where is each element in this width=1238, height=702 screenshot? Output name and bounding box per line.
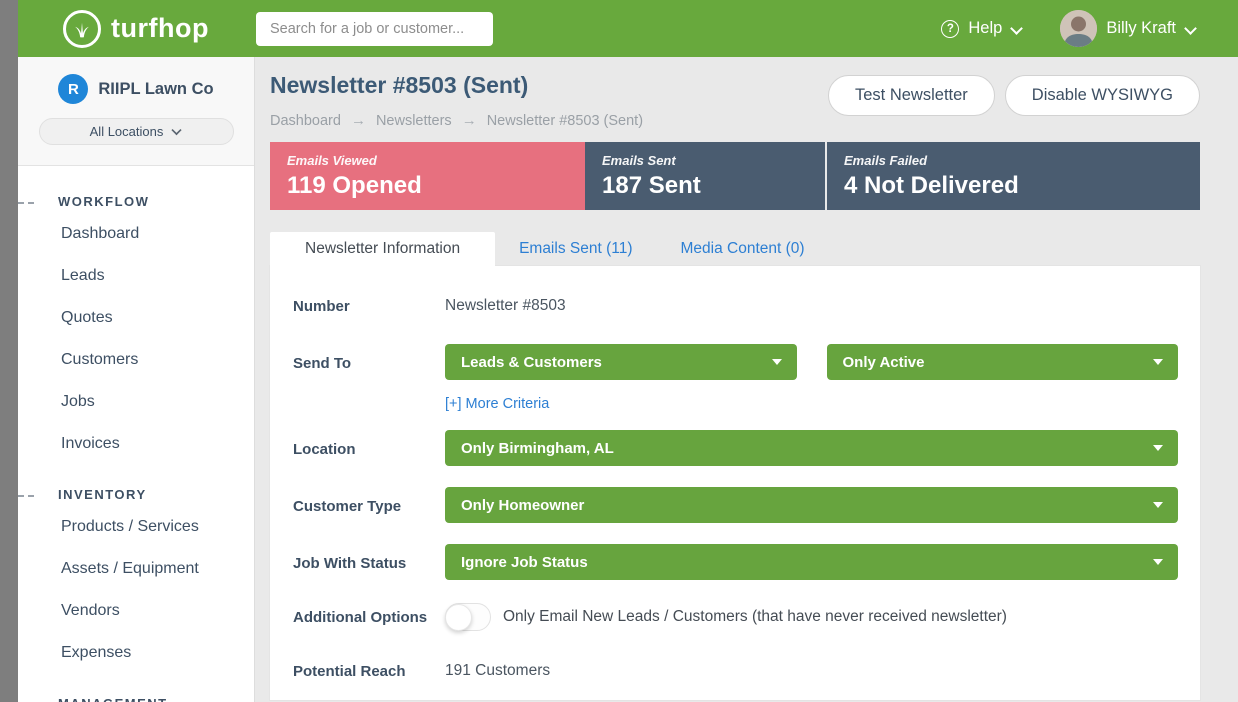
main-content: Newsletter #8503 (Sent) Dashboard → News… [255,57,1238,702]
customer-type-label: Customer Type [293,487,445,517]
sidebar-item-customers[interactable]: Customers [18,339,254,381]
help-menu[interactable]: ? Help [941,19,1022,38]
brand-name: turfhop [111,13,209,44]
potential-reach-value: 191 Customers [445,661,550,680]
breadcrumb-arrow-icon: → [462,112,477,129]
newsletter-information-panel: Number Newsletter #8503 Send To Leads & … [270,266,1200,700]
sidebar-item-quotes[interactable]: Quotes [18,297,254,339]
sidebar-item-dashboard[interactable]: Dashboard [18,213,254,255]
stat-emails-viewed: Emails Viewed 119 Opened [270,142,585,210]
email-stats-bar: Emails Viewed 119 Opened Emails Sent 187… [270,142,1200,210]
sidebar-section-workflow: WORKFLOW [18,194,254,209]
more-criteria-link[interactable]: [+] More Criteria [445,396,549,412]
search-input[interactable] [256,12,493,46]
help-icon: ? [941,20,959,38]
tab-emails-sent[interactable]: Emails Sent (11) [495,232,656,266]
number-label: Number [293,296,445,317]
grass-icon [63,10,101,48]
active-filter-select[interactable]: Only Active [827,344,1179,380]
sidebar-nav: WORKFLOW Dashboard Leads Quotes Customer… [18,166,254,702]
stat-emails-failed: Emails Failed 4 Not Delivered [827,142,1200,210]
sidebar-item-vendors[interactable]: Vendors [18,590,254,632]
sidebar: R RIIPL Lawn Co All Locations WORKFLOW D… [18,57,255,702]
location-selector[interactable]: All Locations [39,118,234,145]
breadcrumb-newsletters[interactable]: Newsletters [376,113,452,129]
tab-newsletter-information[interactable]: Newsletter Information [270,232,495,266]
user-name: Billy Kraft [1106,19,1176,38]
tab-bar: Newsletter Information Emails Sent (11) … [270,232,1200,266]
caret-down-icon [1153,502,1163,508]
tab-media-content[interactable]: Media Content (0) [656,232,828,266]
page-title: Newsletter #8503 (Sent) [270,72,643,99]
caret-down-icon [1153,445,1163,451]
potential-reach-label: Potential Reach [293,661,445,682]
breadcrumb-dashboard[interactable]: Dashboard [270,113,341,129]
toggle-knob [445,604,472,631]
help-label: Help [968,19,1002,38]
sidebar-section-inventory: INVENTORY [18,487,254,502]
company-name: RIIPL Lawn Co [98,80,213,99]
location-select[interactable]: Only Birmingham, AL [445,430,1178,466]
sidebar-item-jobs[interactable]: Jobs [18,381,254,423]
company-logo: R [58,74,88,104]
stat-emails-sent: Emails Sent 187 Sent [585,142,825,210]
test-newsletter-button[interactable]: Test Newsletter [828,75,995,116]
send-to-select[interactable]: Leads & Customers [445,344,797,380]
additional-options-label: Additional Options [293,603,445,628]
brand[interactable]: turfhop [63,10,209,48]
caret-down-icon [1153,359,1163,365]
company-selector[interactable]: R RIIPL Lawn Co [18,74,254,104]
job-status-select[interactable]: Ignore Job Status [445,544,1178,580]
job-status-label: Job With Status [293,544,445,574]
only-new-leads-toggle-text: Only Email New Leads / Customers (that h… [503,608,1007,626]
sidebar-item-expenses[interactable]: Expenses [18,632,254,674]
number-value: Newsletter #8503 [445,296,566,315]
caret-down-icon [772,359,782,365]
company-box: R RIIPL Lawn Co All Locations [18,57,254,166]
user-avatar [1060,10,1097,47]
chevron-down-icon [1185,21,1196,32]
breadcrumb: Dashboard → Newsletters → Newsletter #85… [270,112,643,129]
send-to-label: Send To [293,344,445,374]
location-label: Location [293,430,445,460]
sidebar-item-invoices[interactable]: Invoices [18,423,254,465]
breadcrumb-arrow-icon: → [351,112,366,129]
disable-wysiwyg-button[interactable]: Disable WYSIWYG [1005,75,1200,116]
sidebar-section-management: MANAGEMENT [18,696,254,702]
only-new-leads-toggle[interactable] [445,603,491,631]
sidebar-item-products-services[interactable]: Products / Services [18,506,254,548]
customer-type-select[interactable]: Only Homeowner [445,487,1178,523]
sidebar-item-assets-equipment[interactable]: Assets / Equipment [18,548,254,590]
top-navbar: turfhop ? Help Billy Kraft [18,0,1238,57]
user-menu[interactable]: Billy Kraft [1060,10,1196,47]
location-selector-label: All Locations [90,124,164,139]
caret-down-icon [1153,559,1163,565]
sidebar-item-leads[interactable]: Leads [18,255,254,297]
chevron-down-icon [1011,21,1022,32]
chevron-down-icon [172,124,181,133]
vertical-scrollbar[interactable] [0,0,18,702]
breadcrumb-current: Newsletter #8503 (Sent) [487,113,643,129]
